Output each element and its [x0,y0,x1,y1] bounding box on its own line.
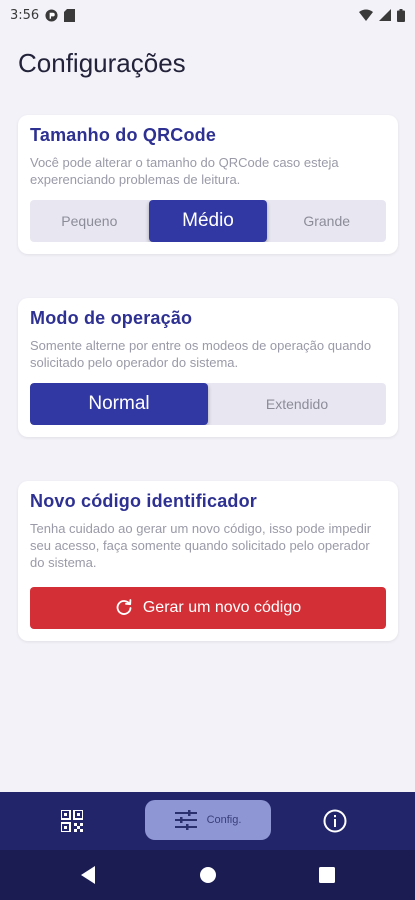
qrcode-size-title: Tamanho do QRCode [30,125,217,145]
qrcode-icon [61,810,83,832]
mode-option-extended[interactable]: Extendido [208,383,386,425]
refresh-icon [115,599,133,617]
nav-config[interactable]: Config. [145,800,271,840]
app-notification-icon [45,8,58,22]
operation-mode-title: Modo de operação [30,308,193,328]
operation-mode-card: Modo de operação Somente alterne por ent… [18,298,398,437]
mode-option-normal[interactable]: Normal [30,383,208,425]
size-option-large[interactable]: Grande [267,200,386,242]
new-code-title: Novo código identificador [30,491,258,511]
signal-icon [379,9,391,21]
nav-info[interactable] [313,805,357,837]
qrcode-size-card: Tamanho do QRCode Você pode alterar o ta… [18,115,398,254]
nav-config-label: Config. [206,814,242,826]
qrcode-size-selector: Pequeno Médio Grande [30,200,386,242]
status-bar-right [359,8,405,22]
page-title: Configurações [18,48,186,78]
operation-mode-selector: Normal Extendido [30,383,386,425]
wifi-icon [359,9,373,21]
status-bar-left: 3:56 [10,7,76,23]
status-time: 3:56 [10,7,40,23]
operation-mode-description: Somente alterne por entre os modeos de o… [30,338,372,370]
sliders-icon [174,810,197,830]
battery-icon [397,8,405,22]
new-code-description: Tenha cuidado ao gerar um novo código, i… [30,521,372,570]
nav-qrcode[interactable] [50,805,94,837]
new-code-card: Novo código identificador Tenha cuidado … [18,481,398,641]
info-icon [323,809,347,833]
size-option-medium[interactable]: Médio [148,200,268,242]
status-bar: 3:56 [0,0,415,30]
generate-new-code-label: Gerar um novo código [142,599,302,616]
generate-new-code-button[interactable]: Gerar um novo código [30,587,386,629]
recents-icon[interactable] [318,865,336,885]
sd-card-icon [64,8,76,22]
qrcode-size-description: Você pode alterar o tamanho do QRCode ca… [30,155,339,187]
bottom-navigation: Config. [0,792,415,850]
home-icon[interactable] [199,865,217,885]
system-navigation-bar [0,850,415,900]
size-option-small[interactable]: Pequeno [30,200,149,242]
back-icon[interactable] [79,865,97,885]
